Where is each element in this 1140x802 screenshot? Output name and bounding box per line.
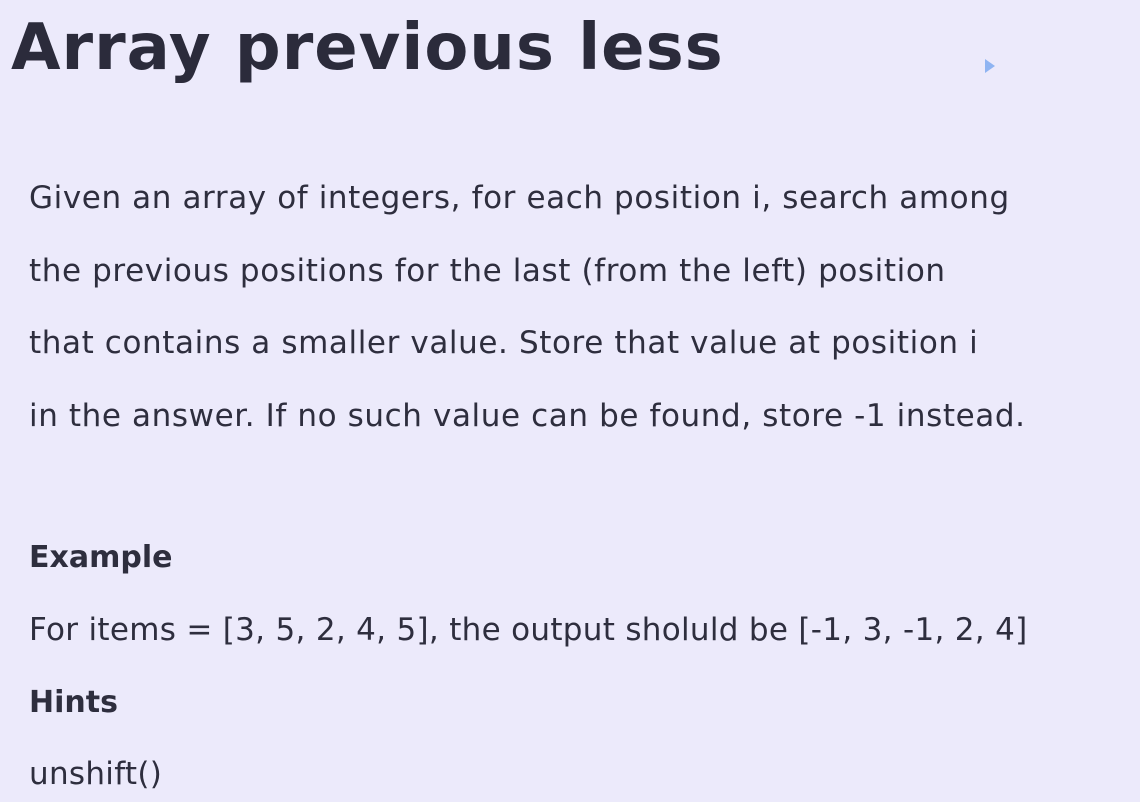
hints-text: unshift()	[29, 756, 163, 792]
mouse-pointer-icon	[985, 59, 995, 73]
description-line: in the answer. If no such value can be f…	[29, 397, 1026, 434]
example-text: For items = [3, 5, 2, 4, 5], the output …	[29, 612, 1028, 648]
description-line: that contains a smaller value. Store tha…	[29, 325, 979, 361]
example-heading: Example	[29, 540, 173, 575]
description-line: the previous positions for the last (fro…	[29, 252, 946, 289]
page-title: Array previous less	[11, 11, 724, 85]
problem-page: Array previous less Given an array of in…	[0, 0, 1140, 802]
description-line: Given an array of integers, for each pos…	[29, 180, 1010, 216]
hints-heading: Hints	[29, 685, 118, 720]
problem-description: Given an array of integers, for each pos…	[29, 162, 1129, 452]
